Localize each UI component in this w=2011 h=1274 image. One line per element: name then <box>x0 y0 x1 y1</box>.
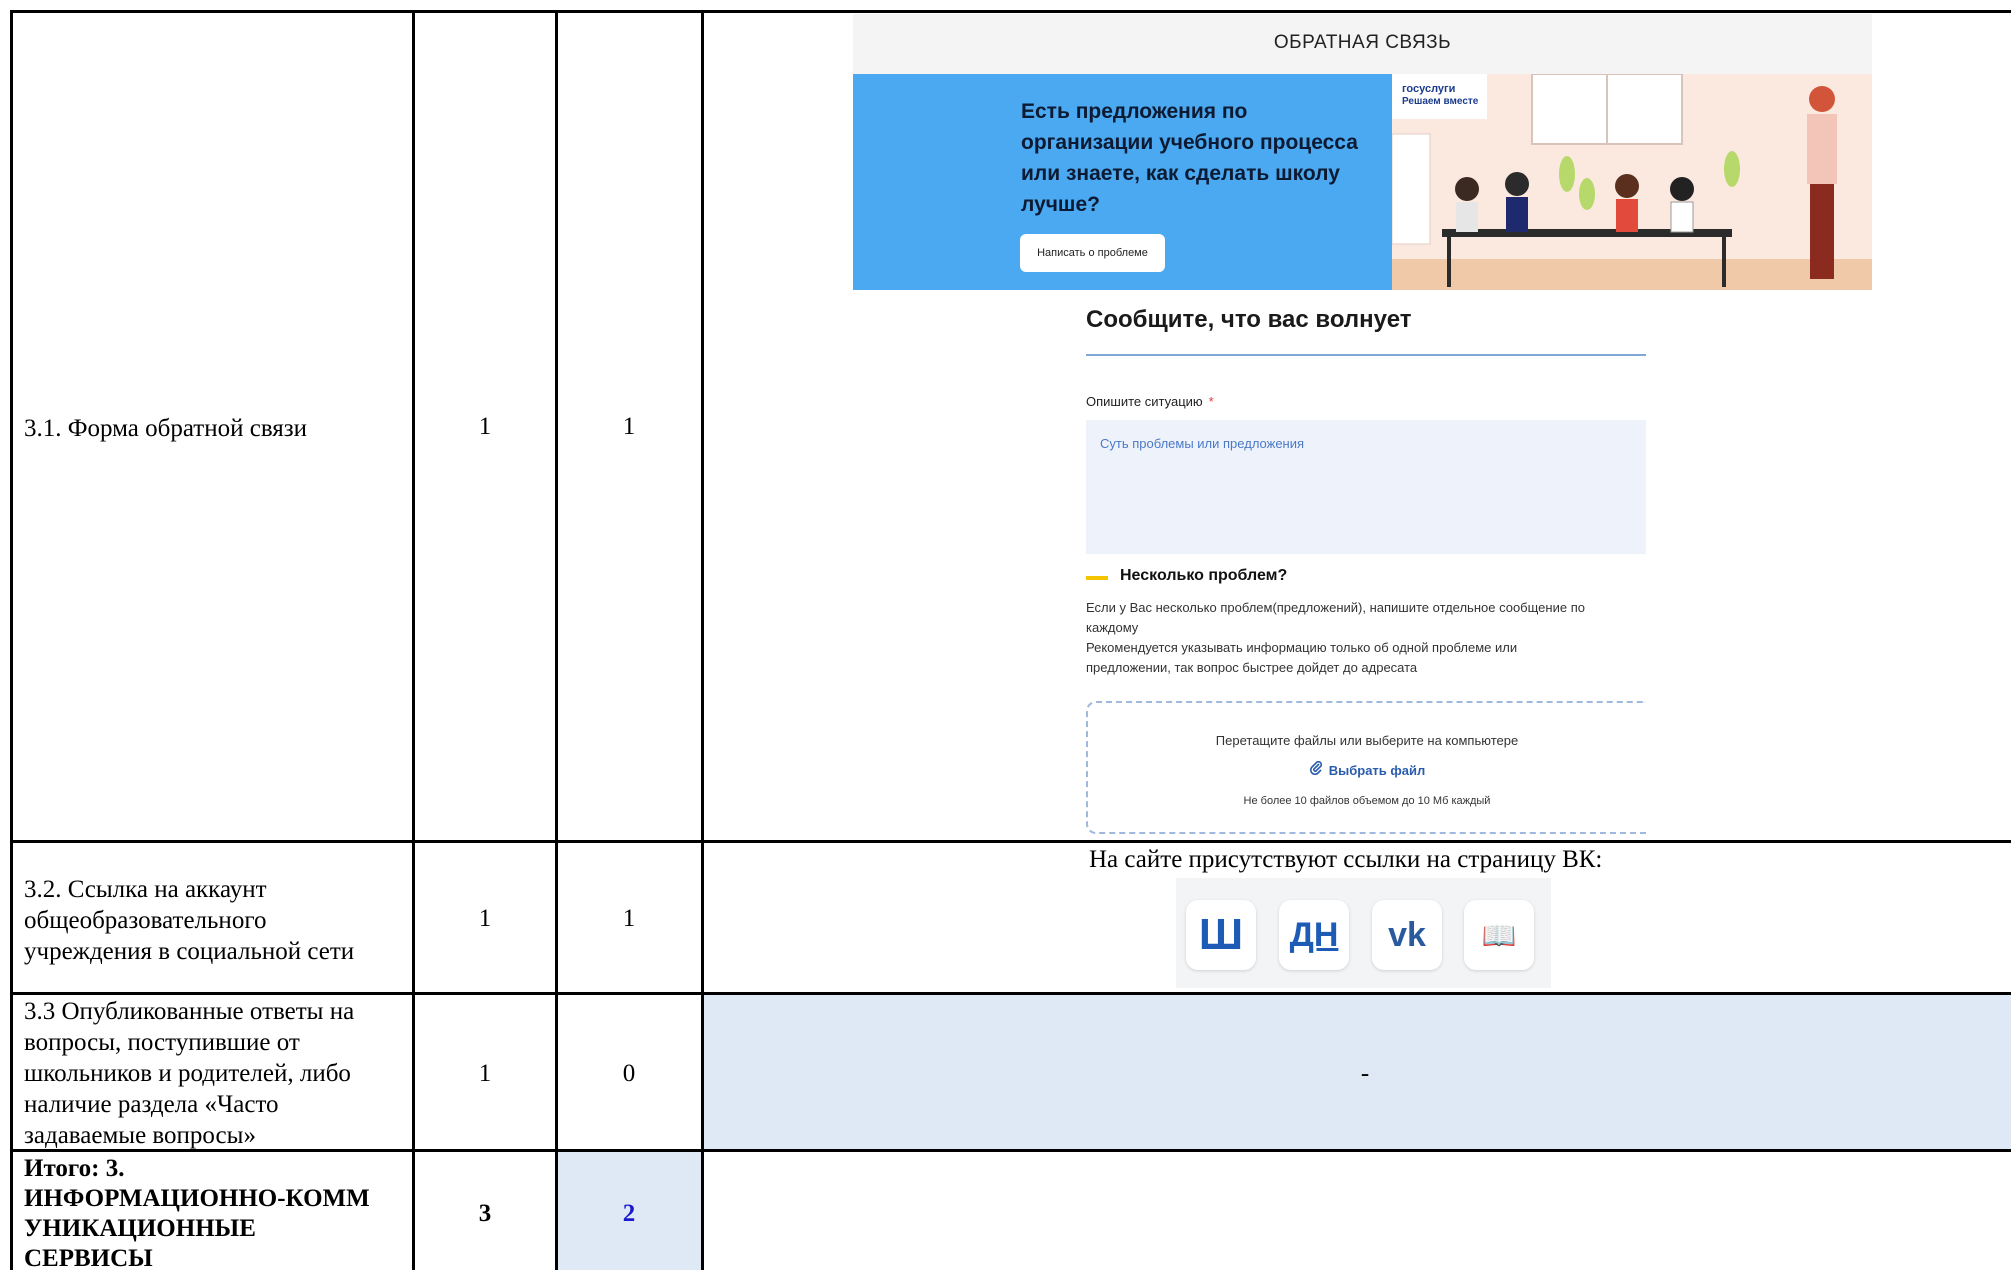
upload-limit: Не более 10 файлов объемом до 10 Мб кажд… <box>1243 795 1491 807</box>
total-score: 2 <box>622 1200 636 1227</box>
dnevnik-icon[interactable]: ДН <box>1279 900 1349 970</box>
situation-placeholder: Суть проблемы или предложения <box>1100 436 1305 451</box>
grid-line <box>412 10 415 1270</box>
choose-file-button[interactable]: Выбрать файл <box>1088 760 1646 778</box>
score-3-2: 1 <box>622 905 636 932</box>
criterion-line: школьников и родителей, либо <box>24 1060 351 1087</box>
criterion-3-2: 3.2. Ссылка на аккаунт общеобразовательн… <box>24 874 354 967</box>
form-title: Сообщите, что вас волнует <box>1086 306 1412 333</box>
max-score-3-1: 1 <box>478 413 492 440</box>
choose-file-label: Выбрать файл <box>1328 763 1426 778</box>
max-score-3-2: 1 <box>478 905 492 932</box>
grid-line <box>10 992 2011 995</box>
criterion-line: 3.3 Опубликованные ответы на <box>24 998 355 1025</box>
note-3-3: - <box>1360 1060 1370 1087</box>
grid-line <box>555 10 558 1270</box>
feedback-header-title: ОБРАТНАЯ СВЯЗЬ <box>1273 32 1452 53</box>
grid-line <box>10 10 2011 13</box>
score-3-1: 1 <box>622 413 636 440</box>
situation-textarea[interactable]: Суть проблемы или предложения <box>1086 420 1646 554</box>
evaluation-table: 3.1. Форма обратной связи 1 1 ОБРАТНАЯ С… <box>0 0 2011 1272</box>
classroom-drawing <box>1392 74 1872 290</box>
total-label: Итого: 3. ИНФОРМАЦИОННО-КОММ УНИКАЦИОННЫ… <box>24 1154 370 1274</box>
grid-line <box>10 840 2011 843</box>
banner-line: организации учебного процесса <box>1021 131 1358 154</box>
write-problem-button[interactable]: Написать о проблеме <box>1020 234 1165 272</box>
situation-label-text: Опишите ситуацию <box>1086 394 1203 409</box>
total-line: УНИКАЦИОННЫЕ <box>24 1215 256 1242</box>
many-problems-text: Если у Вас несколько проблем(предложений… <box>1086 598 1646 678</box>
feedback-banner: Есть предложения по организации учебного… <box>853 74 1392 290</box>
many-problems-title: Несколько проблем? <box>1120 567 1288 584</box>
total-max-score: 3 <box>478 1200 492 1227</box>
criterion-line: задаваемые вопросы» <box>24 1122 256 1149</box>
criterion-3-1: 3.1. Форма обратной связи <box>24 415 308 442</box>
score-3-3: 0 <box>622 1060 636 1087</box>
social-links-note: На сайте присутствуют ссылки на страницу… <box>1089 846 1603 873</box>
many-line: каждому <box>1086 620 1139 635</box>
criterion-line: 3.2. Ссылка на аккаунт <box>24 876 267 903</box>
criterion-3-3: 3.3 Опубликованные ответы на вопросы, по… <box>24 996 354 1151</box>
many-line: Если у Вас несколько проблем(предложений… <box>1086 600 1585 615</box>
classroom-illustration: госуслуги Решаем вместе <box>1392 74 1872 290</box>
criterion-line: наличие раздела «Часто <box>24 1091 279 1118</box>
criterion-line: вопросы, поступившие от <box>24 1029 300 1056</box>
note-cell-3-3 <box>703 995 2011 1150</box>
banner-line: или знаете, как сделать школу <box>1021 162 1340 185</box>
required-mark: * <box>1208 394 1214 409</box>
file-dropzone[interactable]: Перетащите файлы или выберите на компьют… <box>1086 701 1646 834</box>
book-icon[interactable]: 📖 <box>1464 900 1534 970</box>
banner-text: Есть предложения по организации учебного… <box>1021 96 1381 220</box>
feedback-header: ОБРАТНАЯ СВЯЗЬ <box>853 14 1872 74</box>
total-line: ИНФОРМАЦИОННО-КОММ <box>24 1185 370 1212</box>
banner-line: лучше? <box>1021 193 1100 216</box>
upload-hint: Перетащите файлы или выберите на компьют… <box>1215 733 1519 748</box>
max-score-3-3: 1 <box>478 1060 492 1087</box>
banner-line: Есть предложения по <box>1021 100 1248 123</box>
form-divider <box>1086 354 1646 356</box>
total-line: Итого: 3. <box>24 1155 125 1182</box>
criterion-line: учреждения в социальной сети <box>24 938 355 965</box>
paperclip-icon <box>1309 760 1323 778</box>
situation-label: Опишите ситуацию * <box>1086 394 1214 409</box>
criterion-line: общеобразовательного <box>24 907 267 934</box>
social-icons: Ш ДН vk 📖 <box>1176 878 1551 988</box>
school-sh-icon[interactable]: Ш <box>1186 900 1256 970</box>
grid-line <box>701 10 704 1270</box>
many-line: предложении, так вопрос быстрее дойдет д… <box>1086 660 1418 675</box>
accent-bar <box>1086 576 1108 580</box>
vk-icon[interactable]: vk <box>1372 900 1442 970</box>
many-line: Рекомендуется указывать информацию тольк… <box>1086 640 1518 655</box>
grid-line <box>10 10 13 1270</box>
